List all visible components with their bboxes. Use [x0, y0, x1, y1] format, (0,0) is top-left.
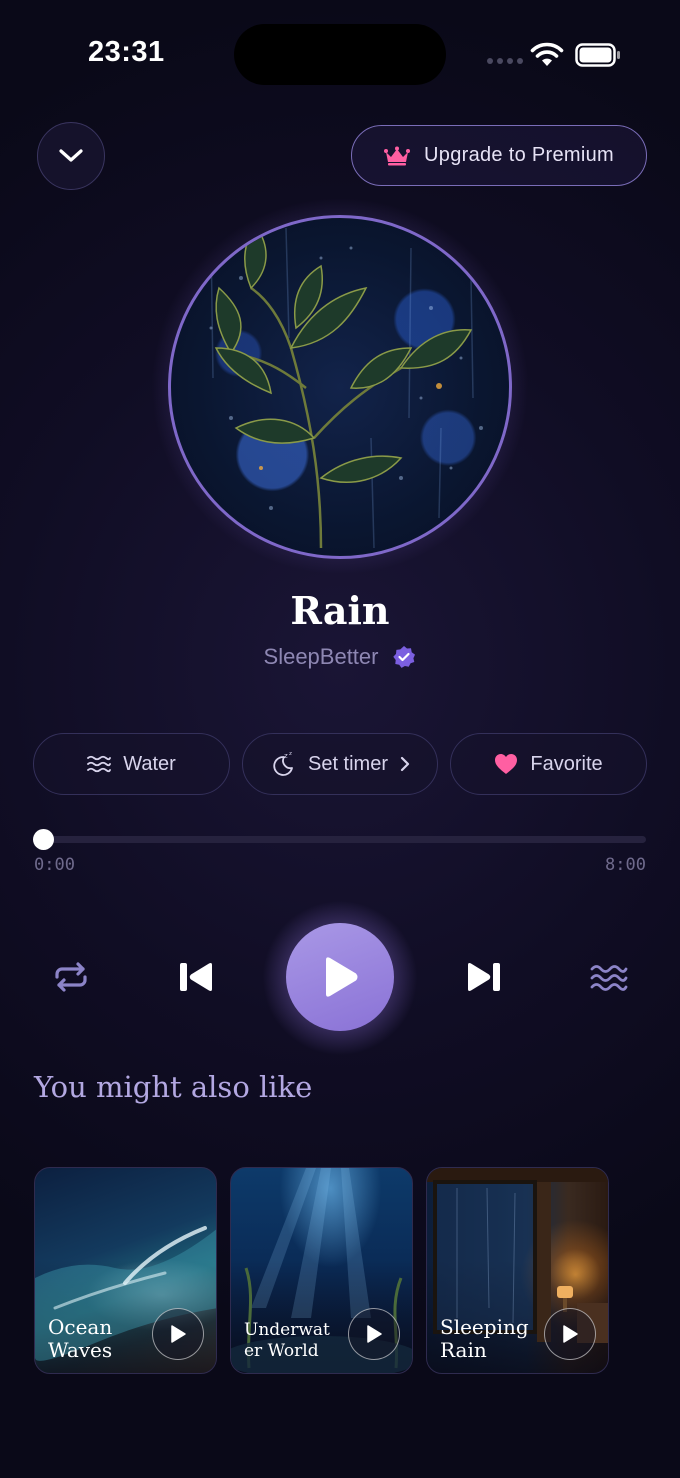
- crown-icon: [384, 146, 411, 165]
- favorite-button[interactable]: Favorite: [450, 733, 647, 795]
- total-time: 8:00: [605, 855, 646, 875]
- play-icon: [326, 957, 358, 997]
- recommendation-card[interactable]: Sleeping Rain: [426, 1167, 609, 1374]
- cellular-signal-icon: [487, 58, 523, 64]
- verified-badge-icon: [393, 646, 416, 668]
- set-timer-button[interactable]: z z Set timer: [242, 733, 438, 795]
- leaf-artwork-graphic: [209, 224, 483, 549]
- card-play-button[interactable]: [152, 1308, 204, 1360]
- skip-forward-icon: [468, 963, 500, 991]
- card-play-button[interactable]: [348, 1308, 400, 1360]
- card-play-button[interactable]: [544, 1308, 596, 1360]
- svg-text:z: z: [284, 752, 288, 760]
- elapsed-time: 0:00: [34, 855, 75, 875]
- collapse-button[interactable]: [37, 122, 105, 190]
- track-title: Rain: [290, 588, 390, 633]
- sound-mix-button[interactable]: [586, 958, 632, 998]
- chevron-down-icon: [59, 149, 83, 162]
- category-chip-label: Water: [123, 752, 176, 775]
- recommendation-card[interactable]: Ocean Waves: [34, 1167, 217, 1374]
- track-artwork: [168, 215, 512, 559]
- next-button[interactable]: [462, 955, 506, 999]
- heart-icon: [495, 754, 518, 774]
- chevron-right-icon: [400, 756, 410, 772]
- moon-sleep-icon: z z: [273, 751, 293, 776]
- recommendation-card[interactable]: Underwat er World: [230, 1167, 413, 1374]
- status-bar: 23:31: [0, 0, 680, 110]
- play-icon: [171, 1325, 186, 1343]
- repeat-button[interactable]: [48, 955, 94, 999]
- battery-icon: [575, 43, 620, 67]
- recommendations-title: You might also like: [34, 1070, 313, 1104]
- recommendation-title: Underwat er World: [244, 1320, 330, 1361]
- previous-button[interactable]: [174, 955, 218, 999]
- recommendation-title: Ocean Waves: [48, 1315, 113, 1362]
- set-timer-label: Set timer: [307, 752, 389, 775]
- category-chip-water[interactable]: Water: [33, 733, 230, 795]
- waves-icon: [590, 965, 628, 991]
- play-icon: [563, 1325, 578, 1343]
- progress-knob[interactable]: [33, 829, 54, 850]
- upgrade-premium-label: Upgrade to Premium: [424, 144, 614, 166]
- repeat-icon: [55, 962, 87, 992]
- track-artist: SleepBetter: [263, 644, 379, 669]
- dynamic-island: [234, 24, 446, 85]
- waves-icon: [87, 755, 112, 773]
- track-artist-row[interactable]: SleepBetter: [0, 644, 680, 670]
- upgrade-premium-button[interactable]: Upgrade to Premium: [351, 125, 647, 186]
- wifi-icon: [530, 42, 564, 66]
- status-time: 23:31: [88, 36, 165, 68]
- play-icon: [367, 1325, 382, 1343]
- play-button[interactable]: [286, 923, 394, 1031]
- svg-text:z: z: [289, 751, 292, 757]
- favorite-label: Favorite: [530, 752, 603, 775]
- skip-back-icon: [180, 963, 212, 991]
- recommendation-title: Sleeping Rain: [440, 1315, 529, 1362]
- progress-track[interactable]: [40, 836, 646, 843]
